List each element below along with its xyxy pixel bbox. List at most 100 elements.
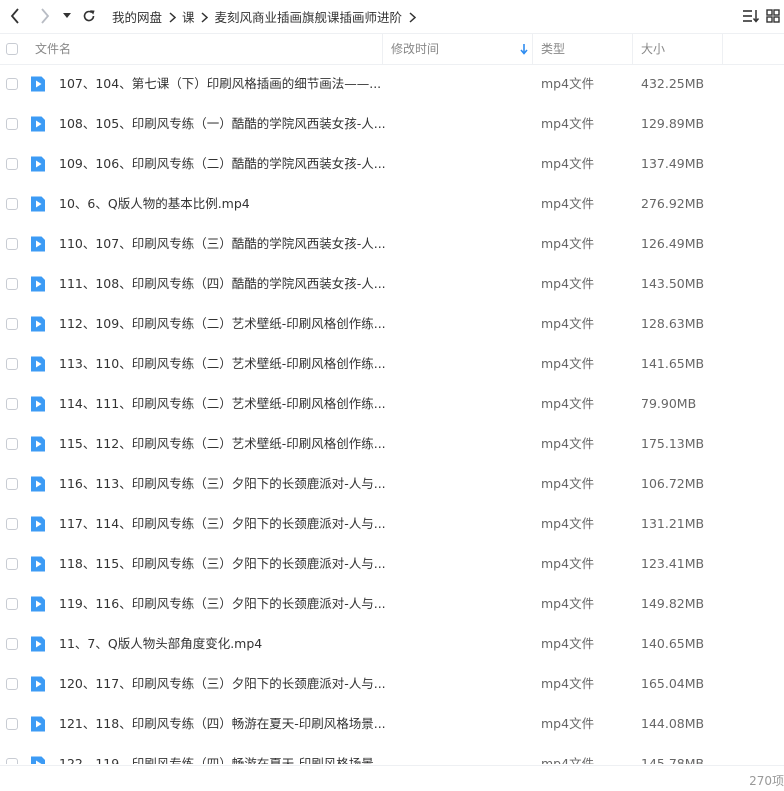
file-name[interactable]: 114、111、印刷风专练（二）艺术壁纸-印刷风格创作练... bbox=[59, 384, 386, 424]
file-row[interactable]: 113、110、印刷风专练（二）艺术壁纸-印刷风格创作练... mp4文件 141.… bbox=[0, 344, 784, 384]
file-row[interactable]: 117、114、印刷风专练（三）夕阳下的长颈鹿派对-人与... mp4文件 131.… bbox=[0, 504, 784, 544]
column-type[interactable]: 类型 bbox=[532, 34, 633, 64]
video-file-icon bbox=[31, 476, 45, 492]
file-row[interactable]: 11、7、Q版人物头部角度变化.mp4 mp4文件 140.65MB bbox=[0, 624, 784, 664]
file-name[interactable]: 119、116、印刷风专练（三）夕阳下的长颈鹿派对-人与... bbox=[59, 584, 386, 624]
breadcrumb-item-root[interactable]: 我的网盘 bbox=[112, 7, 162, 26]
file-type: mp4文件 bbox=[541, 116, 595, 131]
file-name[interactable]: 110、107、印刷风专练（三）酷酷的学院风西装女孩-人... bbox=[59, 224, 386, 264]
refresh-button[interactable] bbox=[76, 1, 102, 31]
row-checkbox[interactable] bbox=[6, 78, 18, 90]
file-name[interactable]: 10、6、Q版人物的基本比例.mp4 bbox=[59, 184, 250, 224]
file-row[interactable]: 10、6、Q版人物的基本比例.mp4 mp4文件 276.92MB bbox=[0, 184, 784, 224]
file-size: 131.21MB bbox=[641, 516, 705, 531]
file-size: 145.78MB bbox=[641, 756, 705, 764]
video-file-icon bbox=[31, 316, 45, 332]
view-tools bbox=[740, 0, 784, 32]
file-row[interactable]: 114、111、印刷风专练（二）艺术壁纸-印刷风格创作练... mp4文件 79.9… bbox=[0, 384, 784, 424]
row-checkbox[interactable] bbox=[6, 438, 18, 450]
refresh-icon bbox=[83, 10, 95, 22]
row-checkbox[interactable] bbox=[6, 278, 18, 290]
file-name[interactable]: 118、115、印刷风专练（三）夕阳下的长颈鹿派对-人与... bbox=[59, 544, 386, 584]
video-file-icon bbox=[31, 556, 45, 572]
file-row[interactable]: 108、105、印刷风专练（一）酷酷的学院风西装女孩-人... mp4文件 129.… bbox=[0, 104, 784, 144]
chevron-right-icon bbox=[165, 9, 179, 24]
video-file-icon bbox=[31, 276, 45, 292]
file-type: mp4文件 bbox=[541, 716, 595, 731]
history-dropdown[interactable] bbox=[60, 1, 74, 31]
file-name[interactable]: 109、106、印刷风专练（二）酷酷的学院风西装女孩-人... bbox=[59, 144, 386, 184]
select-all-checkbox[interactable] bbox=[6, 43, 18, 55]
file-name[interactable]: 115、112、印刷风专练（二）艺术壁纸-印刷风格创作练... bbox=[59, 424, 386, 464]
column-size[interactable]: 大小 bbox=[632, 34, 723, 64]
file-row[interactable]: 119、116、印刷风专练（三）夕阳下的长颈鹿派对-人与... mp4文件 149.… bbox=[0, 584, 784, 624]
file-type: mp4文件 bbox=[541, 396, 595, 411]
row-checkbox[interactable] bbox=[6, 518, 18, 530]
row-checkbox[interactable] bbox=[6, 598, 18, 610]
file-name[interactable]: 11、7、Q版人物头部角度变化.mp4 bbox=[59, 624, 262, 664]
breadcrumb-item-current[interactable]: 麦刻风商业插画旗舰课插画师进阶 bbox=[215, 7, 403, 26]
file-row[interactable]: 109、106、印刷风专练（二）酷酷的学院风西装女孩-人... mp4文件 137.… bbox=[0, 144, 784, 184]
row-checkbox[interactable] bbox=[6, 558, 18, 570]
file-row[interactable]: 116、113、印刷风专练（三）夕阳下的长颈鹿派对-人与... mp4文件 106.… bbox=[0, 464, 784, 504]
video-file-icon bbox=[31, 356, 45, 372]
file-name[interactable]: 120、117、印刷风专练（三）夕阳下的长颈鹿派对-人与... bbox=[59, 664, 386, 704]
dropdown-caret-icon bbox=[63, 13, 71, 18]
file-type: mp4文件 bbox=[541, 596, 595, 611]
file-type: mp4文件 bbox=[541, 316, 595, 331]
file-row[interactable]: 107、104、第七课（下）印刷风格插画的细节画法——... mp4文件 432.2… bbox=[0, 64, 784, 104]
file-row[interactable]: 120、117、印刷风专练（三）夕阳下的长颈鹿派对-人与... mp4文件 165.… bbox=[0, 664, 784, 704]
forward-button[interactable] bbox=[32, 1, 58, 31]
file-size: 276.92MB bbox=[641, 196, 705, 211]
file-size: 143.50MB bbox=[641, 276, 705, 291]
file-row[interactable]: 122、119、印刷风专练（四）畅游在夏天-印刷风格场景... mp4文件 145.… bbox=[0, 744, 784, 764]
file-size: 106.72MB bbox=[641, 476, 705, 491]
file-name[interactable]: 113、110、印刷风专练（二）艺术壁纸-印刷风格创作练... bbox=[59, 344, 386, 384]
column-modified[interactable]: 修改时间 bbox=[382, 34, 533, 64]
row-checkbox[interactable] bbox=[6, 398, 18, 410]
row-checkbox[interactable] bbox=[6, 118, 18, 130]
file-size: 432.25MB bbox=[641, 76, 705, 91]
row-checkbox[interactable] bbox=[6, 358, 18, 370]
file-name[interactable]: 111、108、印刷风专练（四）酷酷的学院风西装女孩-人... bbox=[59, 264, 386, 304]
file-name[interactable]: 121、118、印刷风专练（四）畅游在夏天-印刷风格场景... bbox=[59, 704, 386, 744]
file-row[interactable]: 110、107、印刷风专练（三）酷酷的学院风西装女孩-人... mp4文件 126.… bbox=[0, 224, 784, 264]
row-checkbox[interactable] bbox=[6, 678, 18, 690]
column-name[interactable]: 文件名 bbox=[35, 34, 381, 64]
file-name[interactable]: 122、119、印刷风专练（四）畅游在夏天-印刷风格场景... bbox=[59, 744, 386, 764]
row-checkbox[interactable] bbox=[6, 158, 18, 170]
chevron-right-icon bbox=[198, 9, 212, 24]
file-name[interactable]: 117、114、印刷风专练（三）夕阳下的长颈鹿派对-人与... bbox=[59, 504, 386, 544]
back-button[interactable] bbox=[2, 1, 28, 31]
breadcrumb-item-folder[interactable]: 课 bbox=[182, 7, 195, 26]
file-name[interactable]: 108、105、印刷风专练（一）酷酷的学院风西装女孩-人... bbox=[59, 104, 386, 144]
file-size: 128.63MB bbox=[641, 316, 705, 331]
grid-view-button[interactable] bbox=[762, 1, 784, 31]
file-name[interactable]: 107、104、第七课（下）印刷风格插画的细节画法——... bbox=[59, 64, 381, 104]
row-checkbox[interactable] bbox=[6, 638, 18, 650]
file-type: mp4文件 bbox=[541, 236, 595, 251]
file-row[interactable]: 121、118、印刷风专练（四）畅游在夏天-印刷风格场景... mp4文件 144.… bbox=[0, 704, 784, 744]
row-checkbox[interactable] bbox=[6, 758, 18, 764]
sort-list-icon bbox=[743, 10, 760, 23]
grid-view-icon bbox=[766, 9, 780, 23]
file-name[interactable]: 112、109、印刷风专练（二）艺术壁纸-印刷风格创作练... bbox=[59, 304, 386, 344]
video-file-icon bbox=[31, 76, 45, 92]
chevron-right-icon[interactable] bbox=[405, 9, 419, 24]
file-name[interactable]: 116、113、印刷风专练（三）夕阳下的长颈鹿派对-人与... bbox=[59, 464, 386, 504]
file-row[interactable]: 111、108、印刷风专练（四）酷酷的学院风西装女孩-人... mp4文件 143.… bbox=[0, 264, 784, 304]
row-checkbox[interactable] bbox=[6, 198, 18, 210]
file-type: mp4文件 bbox=[541, 156, 595, 171]
row-checkbox[interactable] bbox=[6, 318, 18, 330]
row-checkbox[interactable] bbox=[6, 478, 18, 490]
sort-button[interactable] bbox=[740, 1, 762, 31]
file-size: 175.13MB bbox=[641, 436, 705, 451]
row-checkbox[interactable] bbox=[6, 718, 18, 730]
row-checkbox[interactable] bbox=[6, 238, 18, 250]
file-size: 126.49MB bbox=[641, 236, 705, 251]
file-row[interactable]: 112、109、印刷风专练（二）艺术壁纸-印刷风格创作练... mp4文件 128.… bbox=[0, 304, 784, 344]
file-row[interactable]: 118、115、印刷风专练（三）夕阳下的长颈鹿派对-人与... mp4文件 123.… bbox=[0, 544, 784, 584]
file-row[interactable]: 115、112、印刷风专练（二）艺术壁纸-印刷风格创作练... mp4文件 175.… bbox=[0, 424, 784, 464]
file-type: mp4文件 bbox=[541, 476, 595, 491]
column-name-label: 文件名 bbox=[35, 42, 72, 56]
